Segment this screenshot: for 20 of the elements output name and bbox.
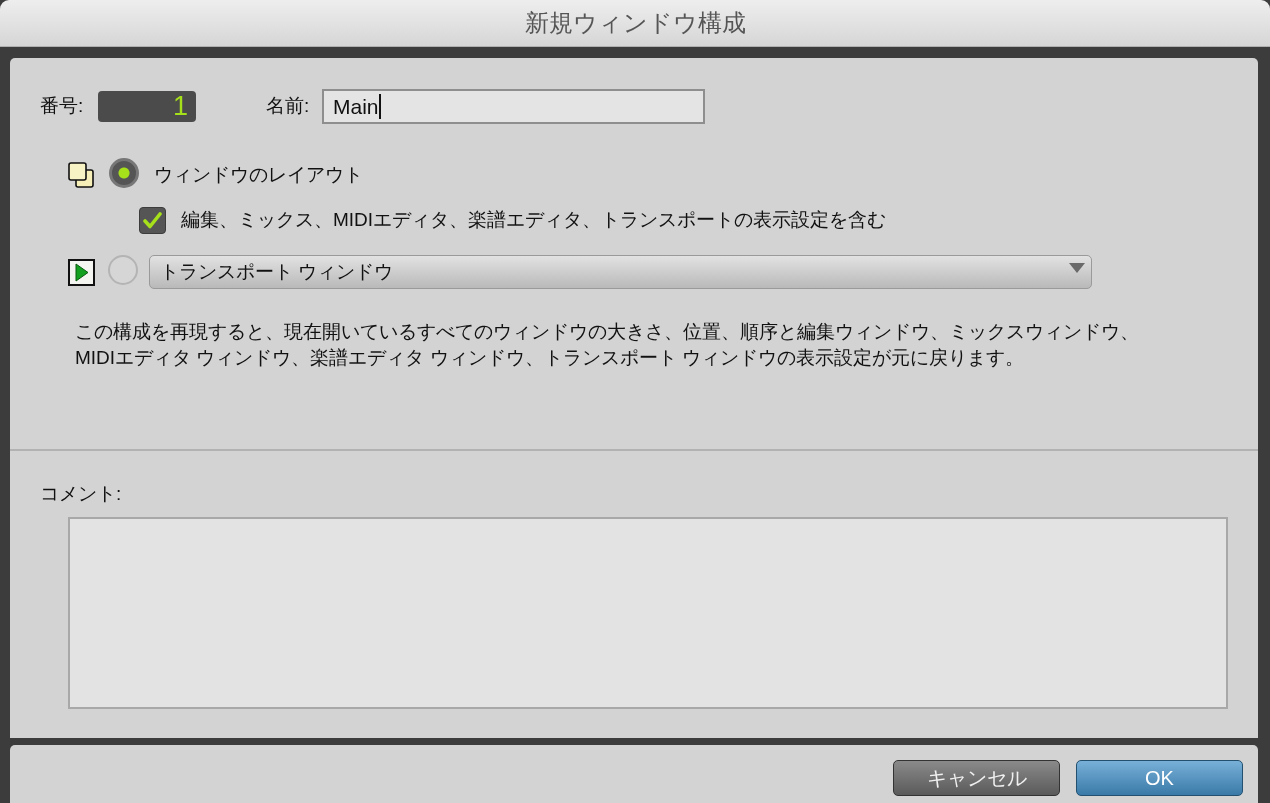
cancel-button[interactable]: キャンセル [893, 760, 1060, 796]
comment-field[interactable] [68, 516, 1228, 709]
play-icon [68, 258, 95, 286]
description-text: この構成を再現すると、現在開いているすべてのウィンドウの大きさ、位置、順序と編集ウィンドウ、ミックスウィンドウ、 MIDIエディタ ウィンドウ、楽譜エディタ ウィンドウ、トランスポート ウィンドウの表示設定が元に戻ります。 [75, 319, 1139, 370]
option-label: ウィンドウのレイアウト [154, 162, 363, 187]
name-label: 名前: [266, 94, 311, 119]
name-field[interactable]: Main [322, 89, 705, 124]
window-title: 新規ウィンドウ構成 [524, 8, 746, 38]
ok-button[interactable]: OK [1076, 760, 1243, 796]
checkbox-label: 編集、ミックス、MIDIエディタ、楽譜エディタ、トランスポートの表示設定を含む [181, 208, 887, 232]
number-label: 番号: [40, 94, 85, 119]
caret-icon [1069, 263, 1085, 273]
number-field[interactable]: 1 [98, 91, 196, 122]
stacked-squares-icon [68, 162, 94, 188]
checkbox[interactable] [139, 206, 166, 234]
radio-button[interactable] [108, 254, 138, 285]
checkmark-icon [143, 211, 162, 229]
comment-label: コメント: [40, 482, 122, 506]
radio-button[interactable] [109, 158, 139, 188]
window-dropdown[interactable]: トランスポート ウィンドウ [149, 255, 1092, 289]
